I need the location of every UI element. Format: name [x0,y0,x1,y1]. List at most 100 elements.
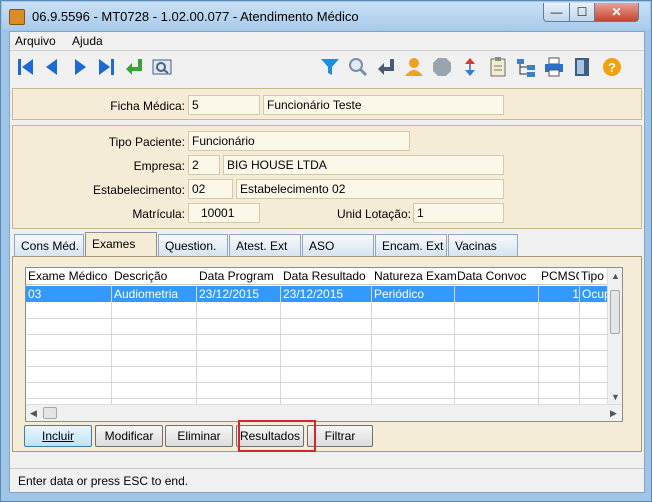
incluir-label: Incluir [41,429,74,443]
tab-cons-med[interactable]: Cons Méd. [14,234,84,256]
search-icon[interactable] [346,55,370,79]
cell-descricao: Audiometria [114,287,179,301]
cell-data-program: 23/12/2015 [199,287,260,301]
grid-row-divider [26,398,609,399]
filter-icon[interactable] [318,55,342,79]
clipboard-icon[interactable] [486,55,510,79]
tab-encam-ext[interactable]: Encam. Ext [375,234,447,256]
svg-text:?: ? [608,60,616,75]
grid-col-divider [371,286,372,406]
next-icon[interactable] [68,55,92,79]
col-data-program[interactable]: Data Program [199,269,281,283]
modificar-label: Modificar [104,429,154,443]
grid-col-divider [111,286,112,406]
matricula-field[interactable]: 10001 [188,203,260,223]
vertical-scrollbar[interactable]: ▲ ▼ [607,268,622,406]
help-icon[interactable]: ? [600,55,624,79]
cell-pcmso: 1 [572,287,579,301]
eliminar-button[interactable]: Eliminar [165,425,233,447]
scroll-left-icon[interactable]: ◀ [30,408,37,419]
tab-exames[interactable]: Exames [85,232,157,256]
filtrar-label: Filtrar [324,429,356,443]
return-icon[interactable] [122,55,146,79]
grid-row-divider [26,350,609,351]
tree-icon[interactable] [514,55,538,79]
tab-vacinas[interactable]: Vacinas [448,234,518,256]
col-data-resultado[interactable]: Data Resultado [283,269,371,283]
cell-natureza: Periódico [374,287,425,301]
ficha-label: Ficha Médica: [110,99,185,113]
details-panel: Tipo Paciente: Funcionário Empresa: 2 BI… [12,125,642,229]
horizontal-scroll-thumb[interactable] [43,407,57,419]
zoom-icon[interactable] [150,55,174,79]
estab-label: Estabelecimento: [92,183,185,197]
last-icon[interactable] [94,55,118,79]
grid-row-divider [26,382,609,383]
menu-arquivo[interactable]: Arquivo [15,34,56,48]
title-bar: 06.9.5596 - MT0728 - 1.02.00.077 - Atend… [2,2,650,30]
vertical-scroll-thumb[interactable] [610,290,620,334]
estab-name-field: Estabelecimento 02 [236,179,504,199]
cell-exame: 03 [28,287,42,301]
filtrar-button[interactable]: Filtrar [307,425,373,447]
lotacao-field: 1 [413,203,504,223]
col-natureza-exame[interactable]: Natureza Exame [374,269,456,283]
grid-col-divider [196,286,197,406]
matricula-label: Matrícula: [132,207,185,221]
col-descricao[interactable]: Descrição [114,269,196,283]
col-data-convoc[interactable]: Data Convoc [457,269,537,283]
lotacao-label: Unid Lotação: [336,207,411,221]
grid-col-divider [538,286,539,406]
incluir-button[interactable]: Incluir [24,425,92,447]
grid-row-divider [26,334,609,335]
grid-row-divider [26,366,609,367]
menu-ajuda[interactable]: Ajuda [72,34,103,48]
modificar-button[interactable]: Modificar [95,425,163,447]
col-exame-medico[interactable]: Exame Médico [28,269,112,283]
prev-icon[interactable] [40,55,64,79]
print-icon[interactable] [542,55,566,79]
user-icon[interactable] [402,55,426,79]
table-row[interactable]: 03 Audiometria 23/12/2015 23/12/2015 Per… [26,286,609,302]
menu-bar: Arquivo Ajuda [10,32,644,51]
scroll-up-icon[interactable]: ▲ [611,271,620,281]
tipo-field: Funcionário [188,131,410,151]
tipo-label: Tipo Paciente: [108,135,185,149]
resultados-highlight-box [238,420,316,452]
maximize-button[interactable]: ☐ [569,3,595,22]
cell-tipo: Ocup [582,287,609,301]
empresa-label: Empresa: [133,159,185,173]
ficha-panel: Ficha Médica: 5 Funcionário Teste [12,88,642,120]
empresa-code-field[interactable]: 2 [188,155,220,175]
col-pcmso[interactable]: PCMSO [541,269,579,283]
grid-col-divider [454,286,455,406]
ficha-name-field: Funcionário Teste [263,95,504,115]
first-icon[interactable] [14,55,38,79]
scroll-down-icon[interactable]: ▼ [611,392,620,402]
eliminar-label: Eliminar [177,429,221,443]
cell-data-resultado: 23/12/2015 [283,287,344,301]
enter-icon[interactable] [374,55,398,79]
estab-code-field[interactable]: 02 [188,179,233,199]
grid-col-divider [579,286,580,406]
exames-grid[interactable]: Exame Médico Descrição Data Program Data… [25,267,623,422]
tab-aso[interactable]: ASO [302,234,374,256]
exit-icon[interactable] [570,55,594,79]
empresa-name-field: BIG HOUSE LTDA [223,155,504,175]
ficha-code-field[interactable]: 5 [188,95,260,115]
horizontal-scrollbar[interactable]: ◀ ▶ [26,404,622,421]
tab-question[interactable]: Question. [158,234,228,256]
toolbar: ? [10,51,644,85]
grid-header: Exame Médico Descrição Data Program Data… [26,268,622,285]
client-area: Arquivo Ajuda ? Ficha Médica: 5 Funcioná… [9,31,645,493]
grid-col-divider [280,286,281,406]
stop-icon[interactable] [430,55,454,79]
refresh-icon[interactable] [458,55,482,79]
tab-atest-ext[interactable]: Atest. Ext [229,234,301,256]
app-icon [9,9,25,25]
close-button[interactable]: ✕ [594,3,639,22]
app-window: 06.9.5596 - MT0728 - 1.02.00.077 - Atend… [0,0,652,502]
window-title: 06.9.5596 - MT0728 - 1.02.00.077 - Atend… [32,9,359,24]
minimize-button[interactable]: — [543,3,570,22]
scroll-right-icon[interactable]: ▶ [610,408,617,419]
